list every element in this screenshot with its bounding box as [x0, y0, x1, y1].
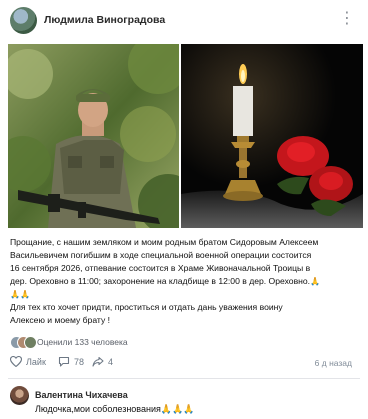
- commenter-name[interactable]: Валентина Чихачева: [35, 390, 128, 400]
- commenter-avatar[interactable]: [10, 386, 29, 405]
- reactor-avatar: [24, 336, 37, 349]
- candle-image: [181, 44, 363, 228]
- post-text-line: Васильевичем погибшим в ходе специальной…: [10, 250, 312, 260]
- author-avatar[interactable]: [10, 7, 37, 34]
- post-text: Прощание, с нашим земляком и моим родным…: [10, 236, 360, 327]
- post-card: Людмила Виноградова ⋮ Прощание, с нашим …: [0, 0, 368, 419]
- post-text-line: Для тех кто хочет придти, проститься и о…: [10, 302, 283, 312]
- post-actions: Лайк 78 4 6 д назад: [10, 355, 360, 373]
- share-button[interactable]: 4: [92, 356, 113, 367]
- comments-count: 78: [74, 356, 85, 367]
- shares-count: 4: [108, 356, 114, 367]
- photo-candle[interactable]: [181, 44, 363, 228]
- comment-icon: [58, 356, 70, 367]
- post-header: Людмила Виноградова ⋮: [8, 6, 360, 36]
- divider: [8, 378, 360, 379]
- share-icon: [92, 356, 104, 367]
- pray-emoji: 🙏: [310, 277, 321, 286]
- comment-text: Людочка,мои соболезнования🙏🙏🙏: [35, 404, 195, 414]
- more-dots-icon[interactable]: ⋮: [338, 10, 356, 28]
- like-button[interactable]: Лайк: [10, 356, 46, 367]
- like-label: Лайк: [26, 356, 46, 367]
- post-text-line: 16 сентября 2026, отпевание состоится в …: [10, 263, 311, 273]
- post-text-line: Прощание, с нашим земляком и моим родным…: [10, 237, 319, 247]
- post-text-line: Алексею и моему брату !: [10, 315, 111, 325]
- reactor-avatars: [10, 336, 37, 349]
- post-text-line: дер. Ореховно в 11:00; захоронение на кл…: [10, 276, 311, 286]
- soldier-image: [8, 44, 179, 228]
- photo-soldier[interactable]: [8, 44, 179, 228]
- comment-button[interactable]: 78: [58, 356, 84, 367]
- author-name[interactable]: Людмила Виноградова: [44, 14, 165, 26]
- post-time[interactable]: 6 д назад: [315, 358, 352, 368]
- pray-emoji-line: 🙏🙏: [10, 290, 30, 299]
- heart-icon: [10, 356, 22, 367]
- post-text-line-with-emoji: дер. Ореховно в 11:00; захоронение на кл…: [10, 275, 360, 288]
- rated-label: Оценили 133 человека: [37, 337, 128, 347]
